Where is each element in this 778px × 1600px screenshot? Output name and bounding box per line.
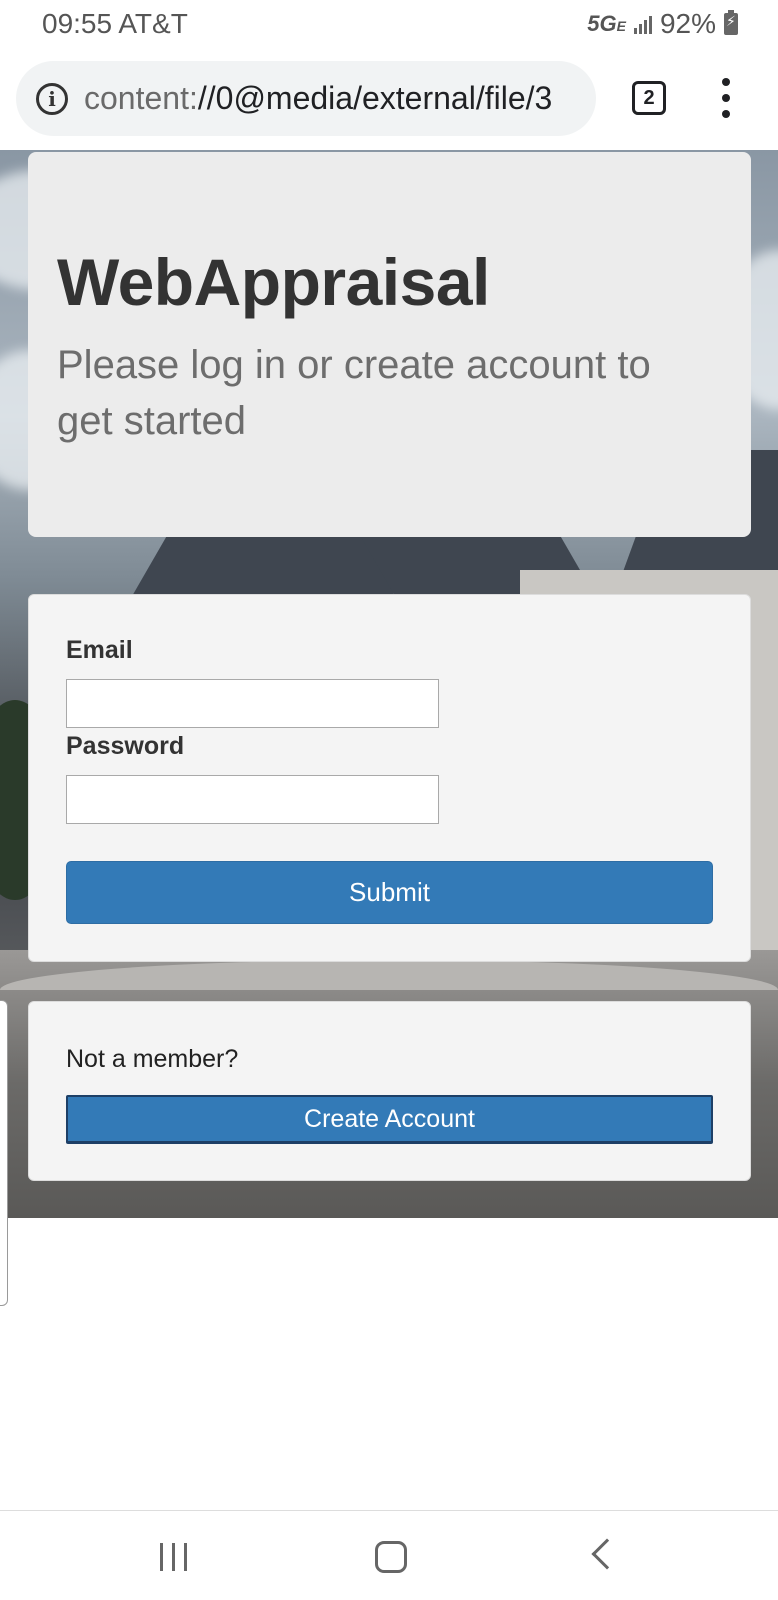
nav-home-icon[interactable] bbox=[375, 1541, 407, 1573]
email-label: Email bbox=[66, 636, 133, 664]
page-subtitle: Please log in or create account to get s… bbox=[57, 343, 651, 443]
password-label: Password bbox=[66, 732, 185, 760]
email-field[interactable] bbox=[66, 679, 439, 728]
url-path: //0@media/external/file/3 bbox=[197, 80, 553, 116]
jumbotron: WebAppraisal Please log in or create acc… bbox=[28, 152, 751, 537]
nav-back-icon[interactable] bbox=[591, 1538, 623, 1570]
tabs-icon[interactable]: 2 bbox=[632, 81, 666, 115]
browser-toolbar: i content://0@media/external/file/3 2 bbox=[0, 50, 778, 150]
status-carrier: AT&T bbox=[118, 8, 188, 39]
signup-card: Not a member? Create Account bbox=[28, 1001, 751, 1181]
signal-icon bbox=[633, 14, 652, 34]
network-label: 5G bbox=[587, 11, 617, 36]
page: 09:55 AT&T 5GE 92% i content://0@media/e… bbox=[0, 0, 778, 1600]
page-title: WebAppraisal bbox=[57, 245, 490, 319]
menu-icon[interactable] bbox=[714, 78, 738, 118]
url-text[interactable]: content://0@media/external/file/3 bbox=[84, 80, 552, 117]
login-form: Email Password Submit bbox=[28, 594, 751, 962]
status-time: 09:55 bbox=[42, 8, 113, 39]
battery-percent: 92% bbox=[659, 8, 716, 39]
navigation-bar bbox=[0, 1510, 778, 1600]
submit-button[interactable]: Submit bbox=[66, 861, 713, 924]
network-type: 5GE bbox=[587, 11, 626, 37]
status-right: 5GE 92% bbox=[587, 8, 738, 40]
url-scheme: content: bbox=[84, 80, 198, 116]
status-bar: 09:55 AT&T 5GE 92% bbox=[0, 0, 778, 50]
create-account-button[interactable]: Create Account bbox=[66, 1095, 713, 1144]
not-member-text: Not a member? bbox=[66, 1045, 239, 1073]
battery-icon bbox=[724, 10, 738, 35]
nav-recent-icon[interactable] bbox=[160, 1543, 187, 1571]
edge-panel-handle[interactable] bbox=[0, 1000, 8, 1306]
address-bar[interactable]: i content://0@media/external/file/3 bbox=[16, 61, 596, 136]
status-left: 09:55 AT&T bbox=[42, 8, 188, 40]
info-icon[interactable]: i bbox=[36, 82, 68, 115]
password-field[interactable] bbox=[66, 775, 439, 824]
network-suffix: E bbox=[616, 18, 626, 34]
